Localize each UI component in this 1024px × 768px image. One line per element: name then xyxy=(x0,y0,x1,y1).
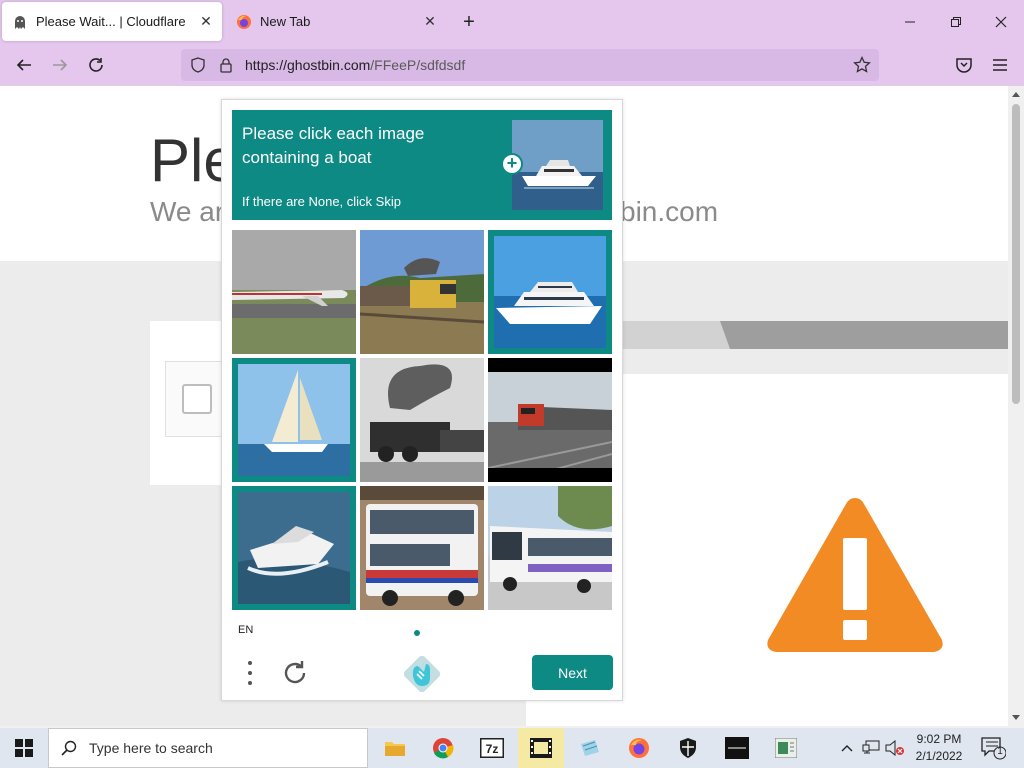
image-tile-airplane[interactable] xyxy=(232,230,356,354)
scroll-up-icon[interactable] xyxy=(1011,90,1021,98)
firefox-icon xyxy=(236,14,252,30)
tab-title: Please Wait... | Cloudflare xyxy=(36,14,186,29)
refresh-icon[interactable] xyxy=(280,658,310,688)
scrollbar[interactable] xyxy=(1008,86,1024,726)
search-placeholder: Type here to search xyxy=(89,740,213,756)
captcha-dialog: Please click each image containing a boa… xyxy=(221,99,623,701)
chrome-icon[interactable] xyxy=(420,728,466,768)
page-indicator xyxy=(414,630,420,636)
image-tile-sailboat[interactable] xyxy=(232,358,356,482)
next-button[interactable]: Next xyxy=(532,655,613,690)
image-tile-steam-train[interactable] xyxy=(360,358,484,482)
7zip-icon[interactable]: 7z xyxy=(469,728,515,768)
ghost-icon xyxy=(12,14,28,30)
chevron-up-icon[interactable] xyxy=(838,728,856,768)
network-icon[interactable] xyxy=(860,728,882,768)
address-bar[interactable]: https://ghostbin.com/FFeeP/sdfdsdf xyxy=(181,49,879,81)
example-boat-image xyxy=(512,120,603,210)
challenge-checkbox[interactable] xyxy=(182,384,212,414)
reload-icon[interactable] xyxy=(82,51,110,79)
image-tile-boat[interactable] xyxy=(488,230,612,354)
video-editor-icon[interactable] xyxy=(518,728,564,768)
notepad-icon[interactable] xyxy=(567,728,613,768)
volume-muted-icon[interactable] xyxy=(884,728,906,768)
scroll-down-icon[interactable] xyxy=(1011,714,1021,722)
image-tile-double-decker-bus[interactable] xyxy=(360,486,484,610)
shield-icon[interactable] xyxy=(187,54,209,76)
divider-band-accent xyxy=(620,321,730,349)
minimize-icon[interactable] xyxy=(895,8,925,36)
notification-count: 1 xyxy=(997,746,1003,757)
image-tile-speedboat[interactable] xyxy=(232,486,356,610)
image-tile-train[interactable] xyxy=(488,358,612,482)
close-icon[interactable]: ✕ xyxy=(418,10,442,34)
captcha-title: Please click each image containing a boa… xyxy=(242,124,425,167)
system-clock[interactable]: 9:02 PM 2/1/2022 xyxy=(908,731,970,765)
back-icon[interactable] xyxy=(10,51,38,79)
search-icon xyxy=(61,740,77,756)
tab-cloudflare[interactable]: Please Wait... | Cloudflare ✕ xyxy=(2,2,222,41)
navigation-bar: https://ghostbin.com/FFeeP/sdfdsdf xyxy=(0,44,1024,86)
tab-title: New Tab xyxy=(260,14,311,29)
lock-icon[interactable] xyxy=(215,54,237,76)
image-tile-train[interactable] xyxy=(360,230,484,354)
scroll-thumb[interactable] xyxy=(1012,104,1020,404)
more-options-icon[interactable] xyxy=(240,658,260,688)
hcaptcha-logo-icon[interactable] xyxy=(403,655,441,693)
taskbar-search-box[interactable]: Type here to search xyxy=(48,728,368,768)
bookmark-star-icon[interactable] xyxy=(851,54,873,76)
file-explorer-icon[interactable] xyxy=(372,728,418,768)
menu-icon[interactable] xyxy=(986,51,1014,79)
image-tile-bus[interactable] xyxy=(488,486,612,610)
plus-icon: + xyxy=(501,153,523,175)
notification-center-icon[interactable]: 1 xyxy=(980,736,1007,760)
language-selector[interactable]: EN xyxy=(238,624,253,636)
restore-icon[interactable] xyxy=(941,8,971,36)
tab-strip: Please Wait... | Cloudflare ✕ New Tab ✕ … xyxy=(0,0,1024,44)
page-subtitle: We ar xyxy=(150,196,225,227)
forward-icon[interactable] xyxy=(46,51,74,79)
clock-time: 9:02 PM xyxy=(916,732,962,746)
page-subtitle-domain: bin.com xyxy=(620,196,719,227)
clock-date: 2/1/2022 xyxy=(915,749,963,763)
captcha-instruction: If there are None, click Skip xyxy=(242,194,401,209)
document-viewer-icon[interactable] xyxy=(763,728,809,768)
taskbar: Type here to search 7z 9:02 PM 2/1/2022 xyxy=(0,728,1024,768)
captcha-prompt: Please click each image containing a boa… xyxy=(232,110,612,220)
pocket-icon[interactable] xyxy=(950,51,978,79)
firefox-icon[interactable] xyxy=(616,728,662,768)
warning-icon xyxy=(767,498,943,652)
svg-text:7z: 7z xyxy=(486,742,499,756)
url-text[interactable]: https://ghostbin.com/FFeeP/sdfdsdf xyxy=(245,57,465,73)
close-window-icon[interactable] xyxy=(986,8,1016,36)
close-icon[interactable]: ✕ xyxy=(194,10,218,34)
tab-new-tab[interactable]: New Tab ✕ xyxy=(226,2,446,41)
app-icon[interactable] xyxy=(714,728,760,768)
windows-start-icon[interactable] xyxy=(0,728,48,768)
security-shield-icon[interactable] xyxy=(665,728,711,768)
new-tab-button[interactable]: + xyxy=(456,10,482,34)
